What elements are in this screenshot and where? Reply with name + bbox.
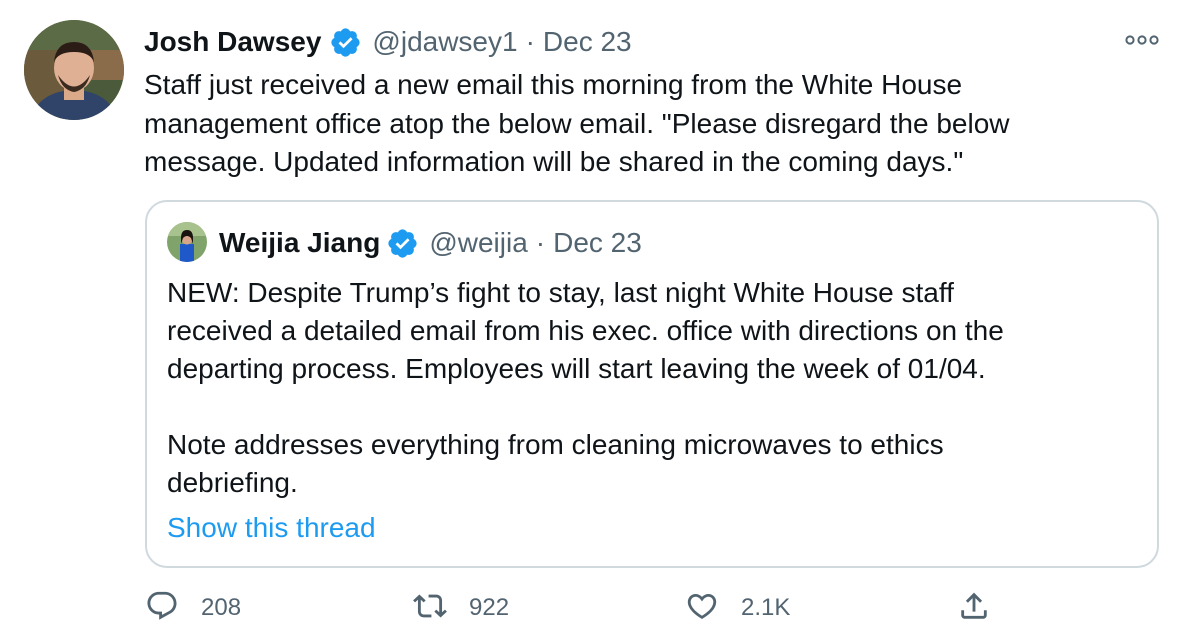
quoted-tweet-header: Weijia Jiang @weijia · Dec 23 <box>219 222 642 264</box>
retweet-count: 922 <box>469 594 510 621</box>
share-button[interactable] <box>957 588 991 628</box>
heart-icon <box>685 589 719 628</box>
author-avatar-image <box>24 20 124 120</box>
reply-count: 208 <box>201 594 242 621</box>
quoted-author-name: Weijia Jiang <box>219 227 381 258</box>
reply-icon <box>145 589 179 628</box>
like-button[interactable]: 2.1K <box>685 588 790 628</box>
reply-button[interactable]: 208 <box>145 588 241 628</box>
like-count: 2.1K <box>741 594 791 621</box>
verified-badge-icon <box>329 26 362 59</box>
quoted-tweet-text: NEW: Despite Trump’s fight to stay, last… <box>167 277 1004 498</box>
tweet-text: Staff just received a new email this mor… <box>144 69 1010 177</box>
quoted-author-handle: @weijia <box>429 227 528 258</box>
tweet-header: Josh Dawsey @jdawsey1 · Dec 23 <box>144 22 632 62</box>
quoted-author-avatar-image <box>167 222 207 262</box>
author-avatar[interactable] <box>24 20 124 120</box>
show-thread-link[interactable]: Show this thread <box>167 512 376 544</box>
separator: · <box>525 26 535 57</box>
separator: · <box>535 227 546 258</box>
quoted-tweet-date: Dec 23 <box>553 227 642 258</box>
share-icon <box>957 589 991 628</box>
retweet-icon <box>413 589 447 628</box>
tweet-date[interactable]: Dec 23 <box>543 26 632 58</box>
author-handle[interactable]: @jdawsey1 <box>372 26 517 58</box>
tweet-actions: 208 922 2.1K <box>145 588 1165 628</box>
verified-badge-icon <box>386 227 419 260</box>
retweet-button[interactable]: 922 <box>413 588 509 628</box>
more-options-icon[interactable] <box>1124 28 1160 52</box>
quoted-tweet-card[interactable]: Weijia Jiang @weijia · Dec 23 NEW: Despi… <box>145 200 1159 568</box>
quoted-author-avatar <box>167 222 207 262</box>
author-name[interactable]: Josh Dawsey <box>144 26 321 58</box>
